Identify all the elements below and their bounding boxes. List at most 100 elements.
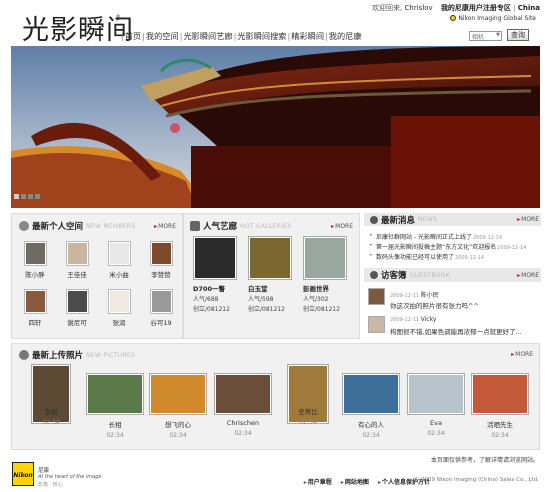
- gallery-item[interactable]: 彭画世界 人气/302 创立/081212: [303, 236, 353, 313]
- gallery-thumbnail: [303, 236, 347, 280]
- username[interactable]: Chrislov: [405, 4, 433, 12]
- member-avatar: [107, 289, 131, 314]
- picture-item[interactable]: 想飞的心 02:34: [148, 373, 208, 439]
- picture-item[interactable]: 长相 02:34: [85, 373, 145, 439]
- picture-item[interactable]: 有心的人 02:34: [341, 373, 401, 439]
- member-item[interactable]: 谢尼可: [57, 289, 97, 327]
- member-avatar: [23, 241, 47, 266]
- news-subtitle: NEWS: [418, 216, 438, 223]
- nav-home[interactable]: 首页: [125, 30, 141, 42]
- picture-thumbnail: [407, 373, 465, 415]
- guestbook-panel: 访客簿 GUESTBOOK MORE 2009-12-11 陈小民 你这次拍的照…: [364, 268, 541, 339]
- main-nav: | 首页 | 我的空间 | 光影瞬间艺廊 | 光影瞬间搜索 | 精彩瞬间 | 我的尼康: [121, 30, 362, 42]
- picture-thumbnail: [471, 373, 529, 415]
- member-item[interactable]: 陈小胖: [15, 241, 55, 279]
- picture-item[interactable]: Chrischen 02:34: [213, 373, 273, 437]
- guestbook-subtitle: GUESTBOOK: [409, 271, 450, 279]
- nav-gallery[interactable]: 光影瞬间艺廊: [183, 30, 232, 42]
- guestbook-avatar[interactable]: [368, 316, 385, 333]
- news-item[interactable]: 数码头像功能已经可以使用了2009-12-14: [369, 252, 484, 261]
- member-avatar: [107, 241, 131, 266]
- search-button[interactable]: 查询: [507, 29, 529, 41]
- search-category-select[interactable]: 相机 ▼: [469, 31, 502, 41]
- news-item[interactable]: 第一届光影瞬间投稿主题“东方文化”欢迎报名2009-12-14: [369, 242, 526, 251]
- pictures-title: 最新上传照片: [32, 351, 84, 361]
- guestbook-title: 访客簿: [381, 271, 407, 281]
- nav-my-space[interactable]: 我的空间: [146, 30, 179, 42]
- hero-banner[interactable]: [11, 46, 540, 208]
- guestbook-author[interactable]: Vicky: [421, 316, 437, 323]
- guestbook-more-link[interactable]: MORE: [517, 272, 539, 279]
- country-link[interactable]: China: [518, 4, 540, 12]
- chevron-down-icon: ▼: [496, 32, 500, 38]
- pictures-subtitle: NEW PICTURES: [86, 351, 136, 359]
- picture-thumbnail: [214, 373, 272, 415]
- nav-search[interactable]: 光影瞬间搜索: [237, 30, 286, 42]
- guestbook-avatar[interactable]: [368, 288, 385, 305]
- guestbook-message: 构图很不错,如果色调能再浓郁一点就更好了...: [390, 328, 522, 336]
- welcome-text: 欢迎回来,: [372, 4, 403, 12]
- member-avatar: [65, 289, 89, 314]
- nikon-logo[interactable]: Nikon: [12, 462, 34, 486]
- galleries-panel: 人气艺廊 HOT GALLERIES MORE D700一瞥 人气/688 创立…: [183, 213, 360, 339]
- picture-item[interactable]: 史蒂比 02:34: [278, 364, 338, 426]
- brand-name: 尼康: [38, 468, 50, 474]
- brand-tagline-cn: 影像 · 核心: [38, 482, 63, 488]
- member-avatar: [23, 289, 47, 314]
- member-avatar: [149, 241, 173, 266]
- news-title: 最新消息: [381, 215, 416, 226]
- gallery-icon: [190, 221, 200, 231]
- picture-thumbnail: [86, 373, 144, 415]
- picture-thumbnail: [149, 373, 207, 415]
- members-more-link[interactable]: MORE: [154, 223, 176, 230]
- galleries-title: 人气艺廊: [203, 222, 238, 232]
- copyright-text: © 2009 Nikon Imaging (China) Sales Co., …: [413, 477, 539, 483]
- brand-tagline: At the heart of the image: [38, 474, 102, 480]
- beta-mark: β: [116, 14, 121, 22]
- nav-highlights[interactable]: 精彩瞬间: [291, 30, 324, 42]
- members-panel: 最新个人空间 NEW MEMBERS MORE 陈小胖 王佳佳 米小曲 李赞赞 …: [11, 213, 183, 339]
- hero-pager: [14, 193, 42, 201]
- member-item[interactable]: 米小曲: [99, 241, 139, 279]
- members-subtitle: NEW MEMBERS: [86, 222, 136, 230]
- galleries-more-link[interactable]: MORE: [331, 223, 353, 230]
- members-title: 最新个人空间: [32, 222, 84, 232]
- picture-thumbnail: [342, 373, 400, 415]
- nav-my-nikon[interactable]: 我的尼康: [329, 30, 362, 42]
- gallery-item[interactable]: D700一瞥 人气/688 创立/081212: [193, 236, 243, 313]
- picture-item[interactable]: 李丽 02:34: [21, 364, 81, 426]
- nikon-dot-icon: [450, 15, 457, 21]
- sitemap-link[interactable]: 网站地图: [341, 479, 369, 486]
- hero-image: [11, 46, 540, 208]
- disclaimer-text: 本页面仅供参考，了解详情请浏览网站。: [430, 457, 539, 464]
- member-item[interactable]: 四轩: [15, 289, 55, 327]
- guestbook-message: 你这次拍的照片很有张力吗^^: [390, 302, 479, 310]
- gallery-thumbnail: [193, 236, 237, 280]
- members-icon: [19, 221, 29, 231]
- news-panel: 最新消息 NEWS MORE 尼康社群网站 - 光影瞬间正式上线了2009-12…: [364, 213, 541, 268]
- pictures-panel: 最新上传照片 NEW PICTURES MORE 李丽02:34 长相02:34…: [11, 343, 540, 450]
- member-avatar: [149, 289, 173, 314]
- member-item[interactable]: 谷可19: [141, 289, 181, 327]
- galleries-subtitle: HOT GALLERIES: [240, 222, 292, 230]
- news-more-link[interactable]: MORE: [517, 216, 539, 223]
- global-site-link[interactable]: Nikon Imaging Global Site: [450, 15, 536, 22]
- terms-link[interactable]: 用户章程: [304, 479, 332, 486]
- news-icon: [370, 215, 378, 224]
- guestbook-icon: [370, 271, 378, 279]
- news-item[interactable]: 尼康社群网站 - 光影瞬间正式上线了2009-12-14: [369, 232, 502, 241]
- member-item[interactable]: 李赞赞: [141, 241, 181, 279]
- footer-links: 用户章程 网站地图 个人信息保护方针: [297, 477, 430, 486]
- picture-item[interactable]: Eva 02:34: [406, 373, 466, 437]
- pictures-more-link[interactable]: MORE: [511, 351, 533, 358]
- welcome-bar: 欢迎回来, Chrislov 我的尼康用户注册专区 | China: [372, 4, 540, 12]
- guestbook-author[interactable]: 陈小民: [421, 292, 439, 299]
- gallery-item[interactable]: 白玉堂 人气/598 创立/081212: [248, 236, 298, 313]
- gallery-thumbnail: [248, 236, 292, 280]
- register-link[interactable]: 我的尼康用户注册专区: [441, 4, 511, 12]
- picture-item[interactable]: 活晒先生 02:34: [470, 373, 530, 439]
- member-item[interactable]: 张润: [99, 289, 139, 327]
- pictures-icon: [19, 350, 29, 360]
- member-item[interactable]: 王佳佳: [57, 241, 97, 279]
- member-avatar: [65, 241, 89, 266]
